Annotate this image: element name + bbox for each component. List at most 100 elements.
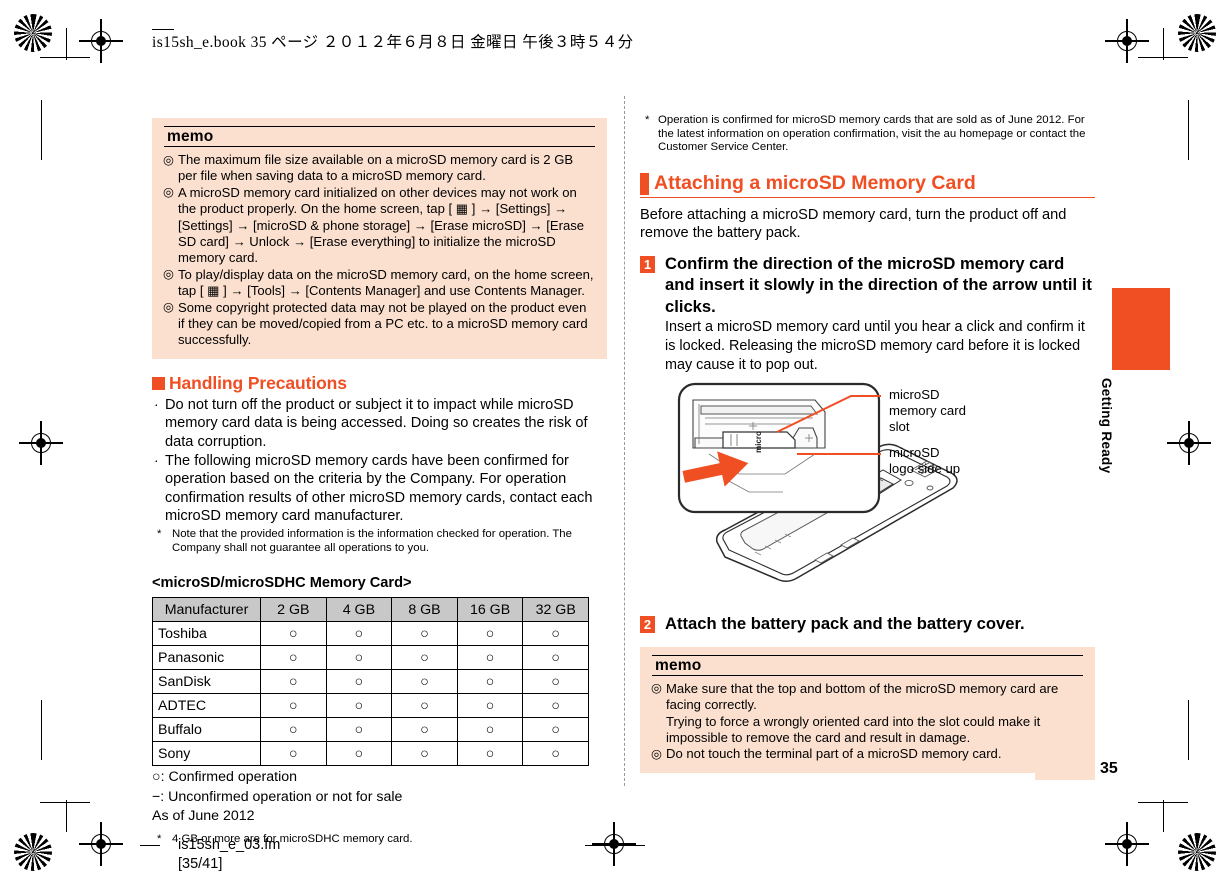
crop-line-left-mid2 [41,700,42,760]
footer-pagerange: [35/41] [178,856,223,872]
cell-manufacturer: ADTEC [152,693,261,719]
footnote-text: Note that the provided information is th… [172,528,572,554]
crop-line-top-left [40,57,90,58]
memo-item: ◎ A microSD memory card initialized on o… [163,185,595,267]
column-header-32gb: 32 GB [522,597,589,623]
step-title: Attach the battery pack and the battery … [665,614,1025,634]
left-column: memo ◎ The maximum file size available o… [152,118,607,846]
cell-support: ○ [391,669,458,695]
precaution-text: Do not turn off the product or subject i… [165,396,588,451]
memo-item-text: The maximum file size available on a mic… [178,152,574,184]
cell-support: ○ [325,717,393,743]
table-row: Buffalo ○ ○ ○ ○ ○ [152,717,589,743]
cell-support: ○ [260,717,327,743]
figure-illustration: micro [677,383,958,583]
memo-item-text: Some copyright protected data may not be… [178,299,588,348]
cell-support: ○ [391,645,458,671]
list-item: · Do not turn off the product or subject… [152,396,607,452]
table-row: Toshiba ○ ○ ○ ○ ○ [152,621,589,647]
step-1: 1 Confirm the direction of the microSD m… [640,253,1095,318]
document-page: is15sh_e.book 35 ページ ２０１２年６月８日 金曜日 午後３時５… [0,0,1229,885]
table-row: Panasonic ○ ○ ○ ○ ○ [152,645,589,671]
cell-support: ○ [391,741,458,767]
column-header-manufacturer: Manufacturer [152,597,261,623]
memo-item: ◎ Some copyright protected data may not … [163,299,595,349]
registration-target-top-left [79,19,123,63]
cell-support: ○ [325,621,393,647]
cell-support: ○ [260,645,327,671]
precautions-footnote: * Note that the provided information is … [152,528,607,555]
memo-sub-line: impossible to remove the card and result… [666,729,971,745]
registration-target-left [19,421,63,465]
handling-precautions-title: Handling Precautions [169,372,347,393]
cell-support: ○ [260,621,327,647]
callout-line: logo side up [889,461,961,477]
registration-star-bottom-left [14,833,52,871]
legend-line: −: Unconfirmed operation or not for sale [152,788,403,805]
heading-bar-icon [640,172,649,195]
double-circle-icon: ◎ [651,746,662,761]
cell-support: ○ [391,621,458,647]
bullet-dot-icon: · [154,395,159,412]
section-heading: Attaching a microSD Memory Card [640,171,1095,198]
asterisk-icon: * [157,528,162,541]
memo-title: memo [652,654,1083,676]
asterisk-icon: * [645,114,650,126]
column-header-2gb: 2 GB [260,597,327,623]
memo-box-left: memo ◎ The maximum file size available o… [152,118,607,359]
memo-title: memo [164,126,595,147]
memo-item: ◎ Do not touch the terminal part of a mi… [651,746,1083,762]
double-circle-icon: ◎ [163,267,174,282]
cell-support: ○ [522,693,589,719]
memo-list: ◎ The maximum file size available on a m… [163,152,595,349]
registration-target-top-right [1105,19,1149,63]
cell-support: ○ [456,669,524,695]
cell-support: ○ [522,669,589,695]
memo-list: ◎ Make sure that the top and bottom of t… [651,680,1083,763]
crop-line-bottom-left [40,802,90,803]
memo-item-text: Make sure that the top and bottom of the… [666,680,1059,713]
svg-text:micro: micro [754,431,763,453]
cell-support: ○ [456,621,524,647]
page-header-slug: is15sh_e.book 35 ページ ２０１２年６月８日 金曜日 午後３時５… [152,34,634,51]
registration-target-bottom-left [79,822,123,866]
legend-line: ○: Confirmed operation [152,769,297,786]
bullet-dot-icon: · [154,451,159,468]
callout-line: slot [889,419,910,435]
cell-support: ○ [325,645,393,671]
cell-manufacturer: Buffalo [152,717,261,743]
cell-support: ○ [391,717,458,743]
column-header-8gb: 8 GB [391,597,458,623]
right-top-footnote: * Operation is confirmed for microSD mem… [640,114,1095,155]
right-column: * Operation is confirmed for microSD mem… [640,112,1095,773]
double-circle-icon: ◎ [163,300,174,315]
registration-star-bottom-right [1178,833,1216,871]
double-circle-icon: ◎ [163,185,174,200]
cell-support: ○ [260,693,327,719]
cell-manufacturer: SanDisk [152,669,261,695]
footer-rule [140,845,160,846]
cell-support: ○ [325,693,393,719]
page-number-background [1035,750,1095,780]
double-circle-icon: ◎ [163,152,174,167]
precaution-text: The following microSD memory cards have … [165,452,593,525]
step-title: Confirm the direction of the microSD mem… [665,253,1092,316]
cell-support: ○ [325,741,393,767]
crop-line-right-mid2 [1188,700,1189,760]
crop-line-right-mid [1188,100,1189,160]
cell-support: ○ [260,741,327,767]
list-item: · The following microSD memory cards hav… [152,452,607,526]
crop-line-top-left-v [66,28,67,60]
page-footer-slug: is15sh_e_03.fm [35/41] [178,836,280,874]
microsd-compatibility-table: Manufacturer 2 GB 4 GB 8 GB 16 GB 32 GB … [152,597,589,767]
section-heading-text: Attaching a microSD Memory Card [640,171,1095,198]
crop-line-top-right-v [1163,28,1164,60]
memo-sub-line: Trying to force a wrongly oriented card … [666,713,1041,729]
step-1-body: Insert a microSD memory card until you h… [665,319,1085,373]
cell-support: ○ [456,717,524,743]
square-bullet-icon [152,376,165,390]
legend-line: As of June 2012 [152,808,255,825]
memo-box-right: memo ◎ Make sure that the top and bottom… [640,646,1095,773]
footnote-text: Operation is confirmed for microSD memor… [658,114,1086,154]
memo-item: ◎ The maximum file size available on a m… [163,152,595,185]
